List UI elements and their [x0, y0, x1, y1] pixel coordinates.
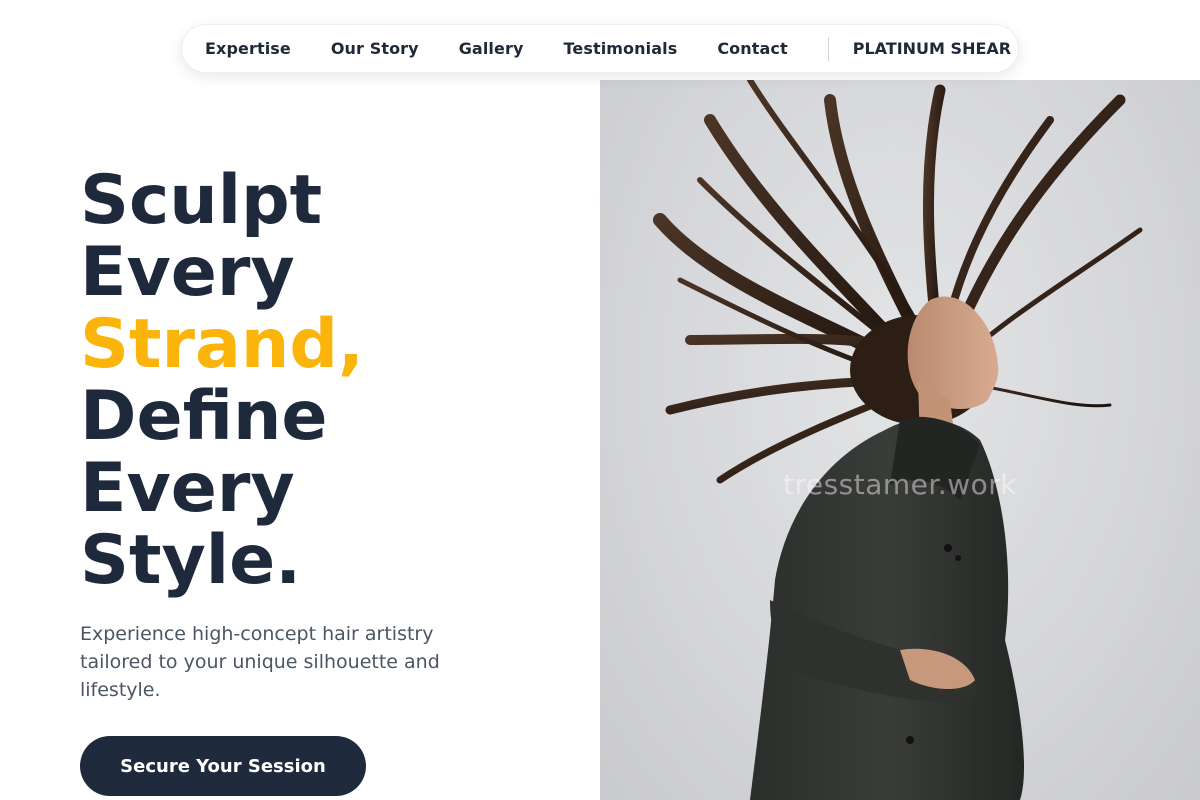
image-watermark: tresstamer.work — [782, 468, 1017, 501]
hero-subtitle: Experience high-concept hair artistry ta… — [80, 623, 440, 701]
headline-line-1: Sculpt — [80, 161, 323, 240]
headline-line-6: Style. — [80, 521, 302, 600]
headline-line-accent: Strand, — [80, 305, 364, 384]
nav-link-testimonials[interactable]: Testimonials — [563, 39, 677, 58]
secure-session-button[interactable]: Secure Your Session — [80, 736, 366, 796]
nav-link-contact[interactable]: Contact — [717, 39, 787, 58]
coat-button — [906, 736, 914, 744]
nav-divider — [827, 36, 829, 61]
brand-logo[interactable]: PLATINUM SHEAR — [853, 39, 1011, 58]
nav-link-our-story[interactable]: Our Story — [331, 39, 419, 58]
hero-headline: Sculpt Every Strand, Define Every Style. — [80, 165, 580, 597]
headline-line-4: Define — [80, 377, 328, 456]
hair-flip-illustration — [653, 80, 1143, 800]
nav-link-expertise[interactable]: Expertise — [205, 39, 291, 58]
coat-button — [955, 555, 961, 561]
coat-button — [944, 544, 952, 552]
top-nav: Expertise Our Story Gallery Testimonials… — [181, 24, 1019, 73]
landing-page: Expertise Our Story Gallery Testimonials… — [0, 0, 1200, 800]
headline-line-2: Every — [80, 233, 295, 312]
headline-line-5: Every — [80, 449, 295, 528]
hero-photo: tresstamer.work — [600, 80, 1200, 800]
nav-link-gallery[interactable]: Gallery — [459, 39, 524, 58]
